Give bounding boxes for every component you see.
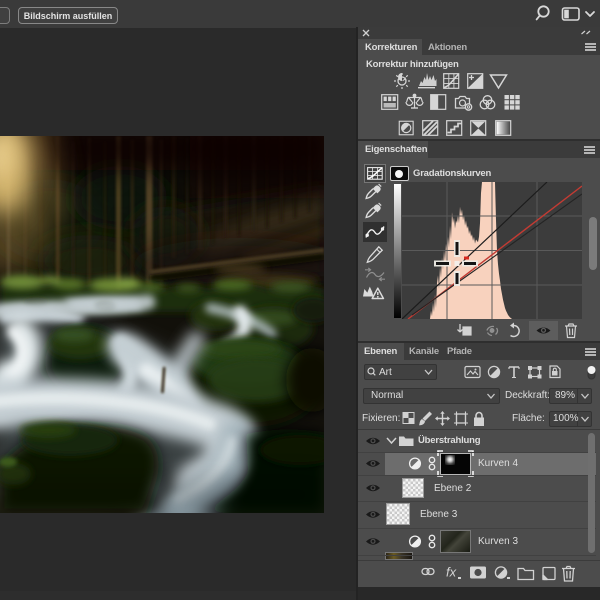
svg-text:fx: fx	[446, 565, 457, 580]
